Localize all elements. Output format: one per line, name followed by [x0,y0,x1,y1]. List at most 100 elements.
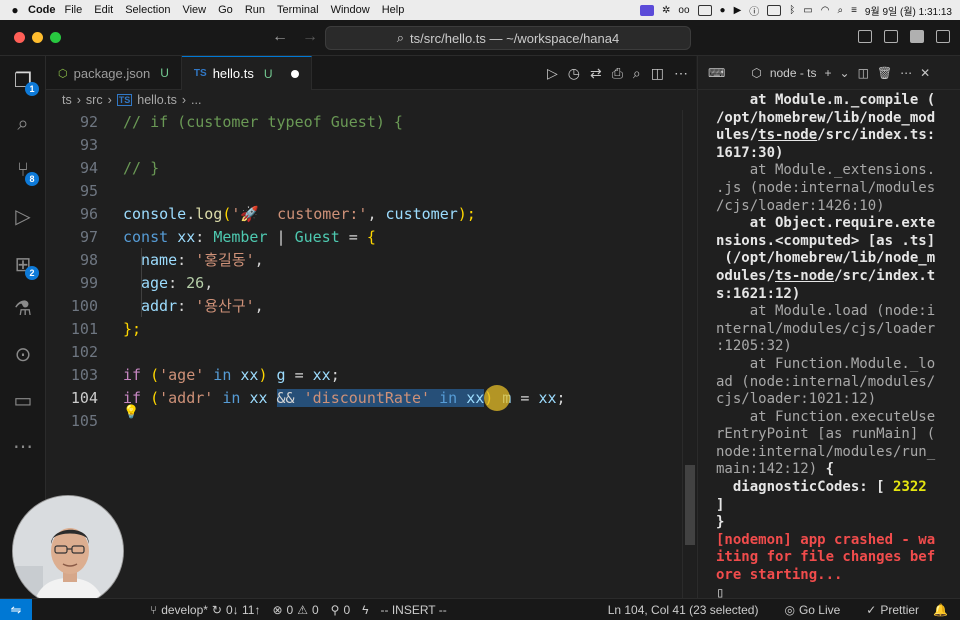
close-icon[interactable]: ✕ [920,66,930,80]
code-text: console.log('🚀 customer:', customer); [123,204,476,223]
wifi-icon[interactable]: ◠ [821,5,830,16]
ports-status[interactable]: ⚲ 0 [331,603,350,617]
testing-icon[interactable]: ⚗ [0,288,46,328]
preview-icon[interactable]: ⌕ [633,65,641,82]
tab-package-json[interactable]: ⬡ package.json U [46,56,182,90]
bluetooth-icon[interactable]: ᛒ [789,5,795,16]
gear-icon[interactable]: ✲ [662,5,670,16]
chat-icon[interactable]: ● [720,5,726,16]
code-line-96[interactable]: 96 console.log('🚀 customer:', customer); [46,202,686,225]
code-line-99[interactable]: 99 age: 26, [46,271,686,294]
search-icon[interactable]: ⌕ [0,104,46,144]
tab-hello-ts[interactable]: TS hello.ts U [181,56,312,90]
code-line-104[interactable]: 104 if ('addr' in xx && 'discountRate' i… [46,386,686,409]
unsaved-dot-icon[interactable] [290,69,299,78]
terminal-line: nsions.<computed> [as .ts] [716,232,936,249]
cursor-position[interactable]: Ln 104, Col 41 (23 selected) [608,603,759,617]
zoom-window-button[interactable] [50,32,61,43]
info-icon[interactable]: ⓘ [749,3,759,18]
control-center-icon[interactable]: ≡ [851,5,857,16]
code-text: age: 26, [141,273,214,292]
code-line-100[interactable]: 100 addr: '용산구', [46,294,686,317]
terminal-output[interactable]: at Module.m._compile (/opt/homebrew/lib/… [716,92,956,602]
folder-icon[interactable]: ▭ [0,380,46,420]
menu-file[interactable]: File [65,4,83,16]
command-center[interactable]: ⌕ ts/src/hello.ts — ~/workspace/hana4 [325,26,691,50]
lightning-icon[interactable]: ϟ [362,603,368,617]
breadcrumb-item[interactable]: ... [191,93,201,107]
keyboard-input-icon[interactable] [767,4,782,16]
editor-scrollbar[interactable] [682,110,696,598]
timeline-icon[interactable]: ◷ [568,65,580,82]
menubar-clock[interactable]: 9월 9일 (월) 1:31:13 [865,3,952,18]
git-graph-icon[interactable]: ⊙ [0,334,46,374]
explorer-icon[interactable]: ❐ 1 [0,60,46,100]
close-window-button[interactable] [14,32,25,43]
breadcrumb-item[interactable]: src [86,93,103,107]
code-line-101[interactable]: 101 }; [46,317,686,340]
branch-status[interactable]: ⑂ develop* [150,603,208,617]
apple-icon[interactable]: ● [8,3,22,17]
code-line-102[interactable]: 102 [46,340,686,363]
source-control-icon[interactable]: ⑂ 8 [0,150,46,190]
minimize-window-button[interactable] [32,32,43,43]
sync-status[interactable]: ↻ 0↓ 11↑ [212,603,261,617]
scrollbar-thumb[interactable] [685,465,695,545]
go-live-button[interactable]: ◎ Go Live [784,603,840,617]
menu-go[interactable]: Go [218,4,233,16]
back-arrow-icon[interactable]: ← [272,28,288,46]
run-debug-icon[interactable]: ▷ [0,196,46,236]
menu-edit[interactable]: Edit [94,4,113,16]
search-icon[interactable]: ⌕ [837,5,843,16]
split-editor-icon[interactable]: ◫ [651,65,664,82]
forward-arrow-icon[interactable]: → [302,28,318,46]
ports-count: 0 [343,602,351,617]
menu-view[interactable]: View [182,4,206,16]
more-actions-icon[interactable]: ⋯ [674,65,688,82]
code-line-97[interactable]: 97 const xx: Member | Guest = { [46,225,686,248]
display-icon[interactable] [697,4,712,16]
print-icon[interactable]: ⎙ [612,65,623,82]
chevron-down-icon[interactable]: ⌄ [840,66,850,80]
code-line-95[interactable]: 95 [46,179,686,202]
run-icon[interactable]: ▷ [547,65,558,82]
remote-icon[interactable]: ⇋ [0,598,32,620]
more-icon[interactable]: ⋯ [900,66,912,80]
menu-window[interactable]: Window [331,4,370,16]
menu-help[interactable]: Help [382,4,405,16]
code-line-94[interactable]: 94 // } [46,156,686,179]
split-terminal-icon[interactable]: ◫ [858,66,869,80]
play-icon[interactable]: ▶ [734,5,742,16]
breadcrumb-item[interactable]: ts [62,93,72,107]
trash-icon[interactable]: 🗑 [877,66,892,80]
screen-record-icon[interactable] [640,4,654,16]
toggle-panel-icon[interactable] [884,30,898,43]
code-line-92[interactable]: 92 // if (customer typeof Guest) { [46,110,686,133]
menu-selection[interactable]: Selection [125,4,170,16]
code-line-93[interactable]: 93 [46,133,686,156]
menu-run[interactable]: Run [245,4,265,16]
code-line-105[interactable]: 105 [46,409,686,432]
bell-icon[interactable]: 🔔 [933,603,948,617]
lightbulb-icon[interactable]: 💡 [123,405,139,420]
terminal-icon[interactable]: ⌨ [708,66,725,80]
prettier-button[interactable]: ✓ Prettier [866,603,919,617]
text-selection[interactable]: && 'discountRate' in xx [276,388,485,407]
compare-icon[interactable]: ⇄ [590,65,602,82]
menu-terminal[interactable]: Terminal [277,4,319,16]
glasses-icon[interactable]: oo [678,5,689,16]
toggle-secondary-sidebar-icon[interactable] [910,30,924,43]
breadcrumb-item[interactable]: hello.ts [137,93,177,107]
menubar-app-name[interactable]: Code [28,4,56,16]
terminal-name[interactable]: node - ts [770,66,817,80]
problems-status[interactable]: ⊗ 0 ⚠ 0 [272,603,318,617]
code-line-98[interactable]: 98 name: '홍길동', [46,248,686,271]
extensions-icon[interactable]: ⊞ 2 [0,244,46,284]
toggle-primary-sidebar-icon[interactable] [858,30,872,43]
more-icon[interactable]: ⋯ [0,426,46,466]
add-terminal-icon[interactable]: + [825,66,832,80]
battery-icon[interactable]: ▭ [803,5,812,16]
customize-layout-icon[interactable] [936,30,950,43]
code-editor[interactable]: 92 // if (customer typeof Guest) { 93 94… [46,110,696,598]
code-line-103[interactable]: 103 if ('age' in xx) g = xx; [46,363,686,386]
